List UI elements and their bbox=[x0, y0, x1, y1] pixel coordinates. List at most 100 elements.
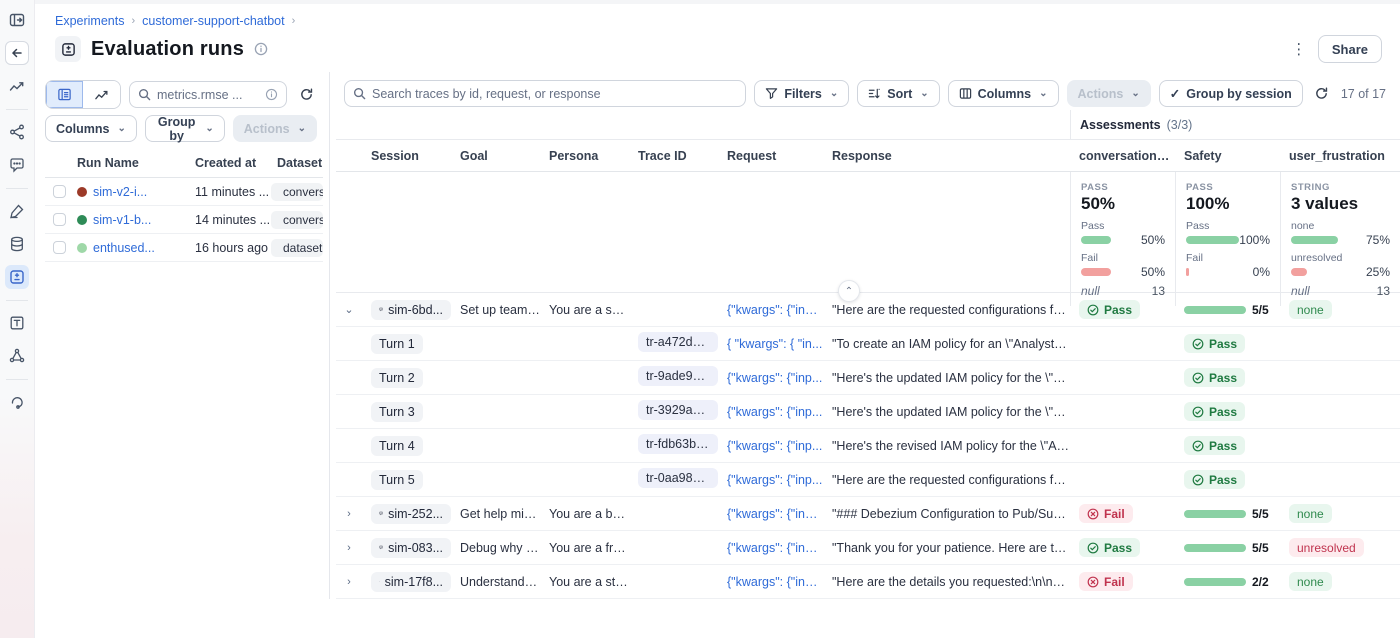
session-chip[interactable]: sim-252... bbox=[371, 504, 451, 524]
chevron-right-icon[interactable]: › bbox=[336, 508, 362, 520]
speech-bubble-icon bbox=[379, 541, 383, 554]
monitoring-icon[interactable] bbox=[5, 74, 29, 98]
prompts-icon[interactable] bbox=[5, 311, 29, 335]
trace-search-input[interactable]: Search traces by id, request, or respons… bbox=[344, 80, 746, 107]
turn-row[interactable]: Turn 4 tr-fdb63bd... {"kwargs": {"inp...… bbox=[336, 429, 1400, 463]
columns-button[interactable]: Columns⌄ bbox=[948, 80, 1059, 107]
share-button[interactable]: Share bbox=[1318, 35, 1382, 63]
safety-score: 5/5 bbox=[1252, 507, 1269, 521]
back-icon[interactable] bbox=[5, 41, 29, 65]
turn-row[interactable]: Turn 5 tr-0aa9889... {"kwargs": {"inp...… bbox=[336, 463, 1400, 497]
request-cell[interactable]: {"kwargs": {"inp... bbox=[718, 473, 823, 487]
circled-check-icon bbox=[1192, 406, 1204, 418]
circled-check-icon bbox=[1192, 440, 1204, 452]
pass-badge: Pass bbox=[1184, 470, 1245, 489]
session-row[interactable]: › sim-252... Get help migr... You are a … bbox=[336, 497, 1400, 531]
trace-id-chip[interactable]: tr-3929abf... bbox=[638, 400, 718, 420]
table-view-icon[interactable] bbox=[46, 81, 83, 108]
col-dataset: Dataset bbox=[271, 156, 323, 170]
response-cell: "Here's the updated IAM policy for the \… bbox=[823, 371, 1070, 385]
row-checkbox[interactable] bbox=[53, 241, 66, 254]
run-row[interactable]: sim-v2-i... 11 minutes ... convers... bbox=[45, 178, 323, 206]
chevron-right-icon[interactable]: › bbox=[336, 576, 362, 588]
workflows-icon[interactable] bbox=[5, 120, 29, 144]
graph-network-icon[interactable] bbox=[5, 344, 29, 368]
group-by-session-button[interactable]: ✓Group by session bbox=[1159, 80, 1303, 107]
safety-score: 5/5 bbox=[1252, 303, 1269, 317]
runs-group-by-button[interactable]: Group by⌄ bbox=[145, 115, 225, 142]
trace-id-chip[interactable]: tr-0aa9889... bbox=[638, 468, 718, 488]
session-chip[interactable]: sim-17f8... bbox=[371, 572, 451, 592]
circled-x-icon bbox=[1087, 576, 1099, 588]
turn-chip: Turn 5 bbox=[371, 470, 423, 490]
dataset-chip[interactable]: dataset bbox=[271, 239, 323, 257]
col-user-frustration: user_frustration bbox=[1280, 149, 1400, 163]
breadcrumb-experiments[interactable]: Experiments bbox=[55, 14, 124, 28]
run-link[interactable]: sim-v2-i... bbox=[93, 185, 147, 199]
safety-bar bbox=[1184, 510, 1246, 518]
frustration-tag: unresolved bbox=[1289, 538, 1364, 557]
refresh-icon[interactable] bbox=[295, 84, 317, 106]
request-cell[interactable]: { "kwargs": { "in... bbox=[718, 337, 823, 351]
response-cell: "Thank you for your patience. Here are t… bbox=[823, 541, 1070, 555]
request-cell[interactable]: {"kwargs": {"inp... bbox=[718, 371, 823, 385]
request-cell[interactable]: {"kwargs": {"input' bbox=[718, 575, 823, 589]
chart-view-icon[interactable] bbox=[83, 81, 120, 108]
turn-row[interactable]: Turn 2 tr-9ade921... {"kwargs": {"inp...… bbox=[336, 361, 1400, 395]
app-sidebar bbox=[0, 0, 35, 638]
col-persona: Persona bbox=[540, 149, 629, 163]
request-cell[interactable]: {"kwargs": {"input' bbox=[718, 303, 823, 317]
run-link[interactable]: enthused... bbox=[93, 241, 155, 255]
runs-columns-button[interactable]: Columns⌄ bbox=[45, 115, 137, 142]
session-chip[interactable]: sim-083... bbox=[371, 538, 451, 558]
chat-icon[interactable] bbox=[5, 153, 29, 177]
run-row[interactable]: sim-v1-b... 14 minutes ... convers... bbox=[45, 206, 323, 234]
run-link[interactable]: sim-v1-b... bbox=[93, 213, 151, 227]
response-cell: "Here are the requested configurations f… bbox=[823, 473, 1070, 487]
session-chip[interactable]: sim-6bd... bbox=[371, 300, 451, 320]
pass-badge: Pass bbox=[1079, 300, 1140, 319]
request-cell[interactable]: {"kwargs": {"input' bbox=[718, 541, 823, 555]
turn-row[interactable]: Turn 1 tr-a472d59... { "kwargs": { "in..… bbox=[336, 327, 1400, 361]
request-cell[interactable]: {"kwargs": {"inp... bbox=[718, 439, 823, 453]
request-cell[interactable]: {"kwargs": {"inp... bbox=[718, 405, 823, 419]
collapse-group-button[interactable]: ⌃ bbox=[838, 280, 860, 302]
filters-button[interactable]: Filters⌄ bbox=[754, 80, 849, 107]
status-dot bbox=[77, 187, 87, 197]
refresh-icon[interactable] bbox=[1311, 83, 1333, 105]
turn-row[interactable]: Turn 3 tr-3929abf... {"kwargs": {"inp...… bbox=[336, 395, 1400, 429]
columns-icon bbox=[959, 87, 972, 100]
annotation-icon[interactable] bbox=[5, 199, 29, 223]
chevron-down-icon[interactable]: ⌄ bbox=[336, 303, 362, 316]
session-row[interactable]: › sim-17f8... Understand t... You are a … bbox=[336, 565, 1400, 599]
metrics-search-input[interactable]: metrics.rmse ... bbox=[129, 81, 287, 108]
response-cell: "Here's the updated IAM policy for the \… bbox=[823, 405, 1070, 419]
title-info-icon[interactable] bbox=[254, 42, 268, 56]
trace-id-chip[interactable]: tr-a472d59... bbox=[638, 332, 718, 352]
support-icon[interactable] bbox=[5, 390, 29, 414]
trace-id-chip[interactable]: tr-9ade921... bbox=[638, 366, 718, 386]
experiments-icon-active[interactable] bbox=[5, 265, 29, 289]
col-goal: Goal bbox=[451, 149, 540, 163]
frustration-tag: none bbox=[1289, 300, 1332, 319]
dataset-chip[interactable]: convers... bbox=[271, 211, 323, 229]
datasets-icon[interactable] bbox=[5, 232, 29, 256]
runs-table-header: Run Name Created at Dataset bbox=[45, 148, 323, 178]
more-options-icon[interactable]: ⋮ bbox=[1290, 40, 1308, 58]
row-checkbox[interactable] bbox=[53, 185, 66, 198]
session-row[interactable]: › sim-083... Debug why y... You are a fr… bbox=[336, 531, 1400, 565]
request-cell[interactable]: {"kwargs": {"input' bbox=[718, 507, 823, 521]
row-checkbox[interactable] bbox=[53, 213, 66, 226]
assessment-stats: PASS 50% Pass 50% Fail 50% null13 PASS 1… bbox=[336, 172, 1400, 293]
trace-id-chip[interactable]: tr-fdb63bd... bbox=[638, 434, 718, 454]
speech-bubble-icon bbox=[379, 507, 383, 520]
persona-cell: You are a sta... bbox=[540, 575, 629, 589]
run-row[interactable]: enthused... 16 hours ago dataset bbox=[45, 234, 323, 262]
sort-button[interactable]: Sort⌄ bbox=[857, 80, 939, 107]
rail-divider bbox=[6, 379, 28, 380]
pass-badge: Pass bbox=[1079, 538, 1140, 557]
chevron-right-icon[interactable]: › bbox=[336, 542, 362, 554]
breadcrumb-project[interactable]: customer-support-chatbot bbox=[142, 14, 284, 28]
dataset-chip[interactable]: convers... bbox=[271, 183, 323, 201]
sidebar-expand-icon[interactable] bbox=[5, 8, 29, 32]
